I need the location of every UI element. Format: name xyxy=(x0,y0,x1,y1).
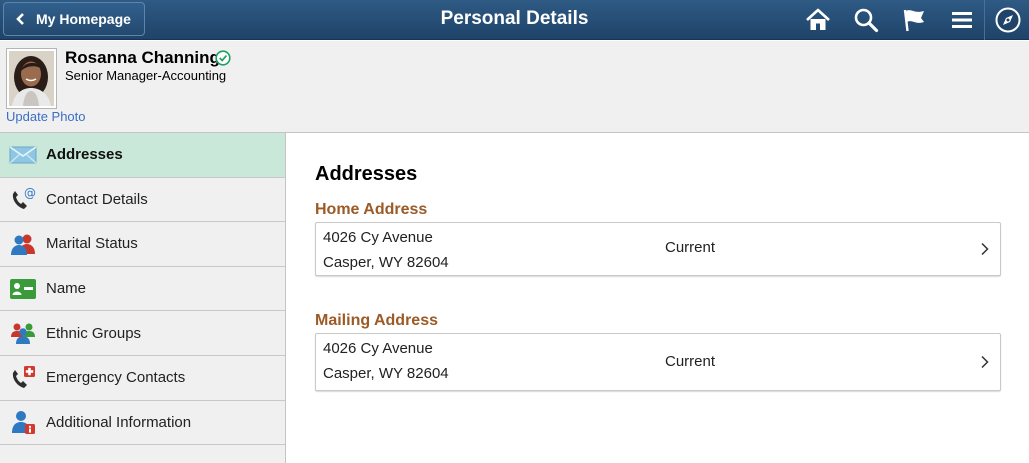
section-heading: Addresses xyxy=(315,163,418,185)
employee-photo xyxy=(6,48,57,109)
person-info-icon xyxy=(0,409,46,435)
check-circle-icon xyxy=(215,50,231,66)
main-content: Addresses Home Address 4026 Cy Avenue Ca… xyxy=(287,133,1029,463)
employee-header: Rosanna Channing Senior Manager-Accounti… xyxy=(0,41,1029,133)
top-banner: My Homepage Personal Details xyxy=(0,0,1029,40)
sidebar-item-label: Contact Details xyxy=(46,190,148,208)
sidebar-item-name[interactable]: Name xyxy=(0,267,285,312)
sidebar-item-additional-information[interactable]: Additional Information xyxy=(0,401,285,446)
sidebar-item-label: Emergency Contacts xyxy=(46,369,186,387)
mailing-address-title: Mailing Address xyxy=(315,312,438,329)
mailing-address-row[interactable]: 4026 Cy Avenue Casper, WY 82604 Current xyxy=(315,333,1001,391)
navbar-compass-icon[interactable] xyxy=(993,5,1023,35)
address-line-2: Casper, WY 82604 xyxy=(323,254,449,271)
sidebar-item-label: Marital Status xyxy=(46,235,138,253)
sidebar-item-label: Addresses xyxy=(46,146,123,164)
chevron-left-icon xyxy=(10,13,32,25)
home-address-row[interactable]: 4026 Cy Avenue Casper, WY 82604 Current xyxy=(315,222,1001,276)
sidebar-item-marital-status[interactable]: Marital Status xyxy=(0,222,285,267)
employee-name: Rosanna Channing xyxy=(65,48,220,67)
address-line-2: Casper, WY 82604 xyxy=(323,365,449,382)
my-homepage-button[interactable]: My Homepage xyxy=(3,2,145,36)
sidebar-item-contact-details[interactable]: @ Contact Details xyxy=(0,178,285,223)
id-card-icon xyxy=(0,278,46,300)
home-address-title: Home Address xyxy=(315,201,428,218)
group-icon xyxy=(0,321,46,345)
phone-emergency-icon xyxy=(0,365,46,391)
banner-divider xyxy=(984,0,985,40)
sidebar-item-label: Name xyxy=(46,280,87,298)
home-icon[interactable] xyxy=(803,6,833,34)
address-line-1: 4026 Cy Avenue xyxy=(323,229,433,246)
search-icon[interactable] xyxy=(851,6,881,34)
svg-text:@: @ xyxy=(24,186,36,200)
menu-icon[interactable] xyxy=(947,6,977,34)
address-status: Current xyxy=(665,353,716,370)
chevron-right-icon xyxy=(980,242,990,256)
employee-job-title: Senior Manager-Accounting xyxy=(65,68,227,83)
chevron-right-icon xyxy=(980,355,990,369)
couple-icon xyxy=(0,232,46,256)
phone-at-icon: @ xyxy=(0,186,46,212)
sidebar-item-label: Additional Information xyxy=(46,413,192,431)
envelope-icon xyxy=(0,145,46,165)
address-status: Current xyxy=(665,239,716,256)
update-photo-link[interactable]: Update Photo xyxy=(6,109,86,124)
side-navigation: Addresses @ Contact Details Marital Stat… xyxy=(0,133,286,463)
sidebar-item-emergency-contacts[interactable]: Emergency Contacts xyxy=(0,356,285,401)
sidebar-item-label: Ethnic Groups xyxy=(46,324,142,342)
flag-icon[interactable] xyxy=(899,6,929,34)
address-line-1: 4026 Cy Avenue xyxy=(323,340,433,357)
sidebar-item-addresses[interactable]: Addresses xyxy=(0,133,285,178)
my-homepage-label: My Homepage xyxy=(36,11,131,27)
sidebar-item-ethnic-groups[interactable]: Ethnic Groups xyxy=(0,311,285,356)
